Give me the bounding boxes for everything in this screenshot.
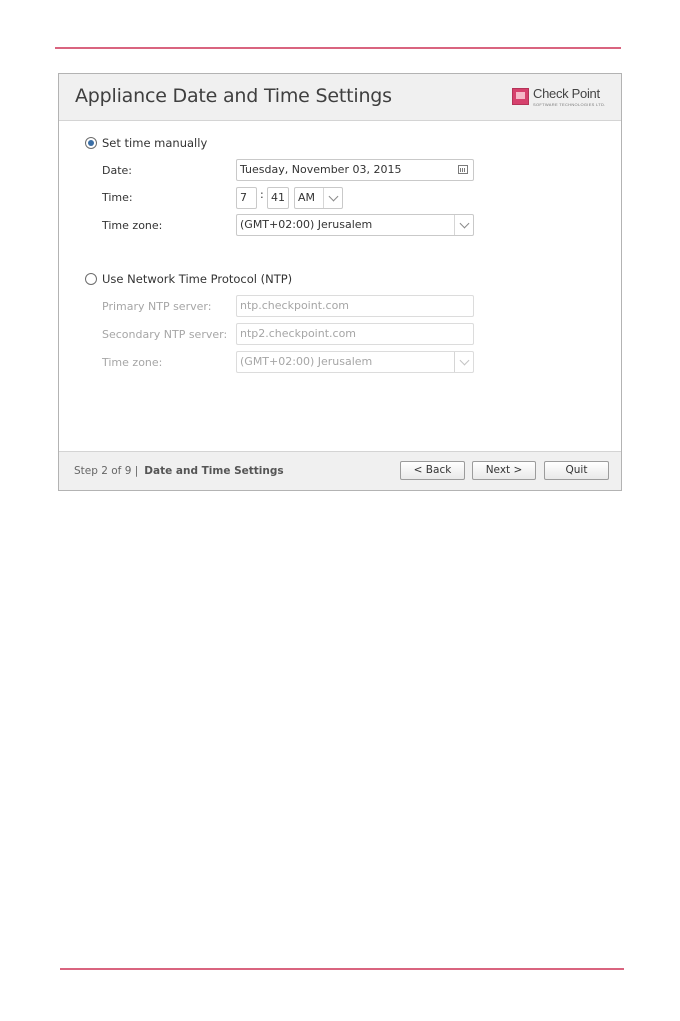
ntp-timezone-label: Time zone: bbox=[102, 356, 163, 369]
date-value: Tuesday, November 03, 2015 bbox=[240, 163, 402, 176]
step-indicator: Step 2 of 9 | Date and Time Settings bbox=[74, 465, 284, 477]
primary-ntp-input[interactable]: ntp.checkpoint.com bbox=[236, 295, 474, 317]
quit-button[interactable]: Quit bbox=[544, 461, 609, 480]
ampm-select[interactable]: AM bbox=[294, 187, 343, 209]
use-ntp-label: Use Network Time Protocol (NTP) bbox=[102, 272, 293, 286]
timezone-dropdown-button[interactable] bbox=[454, 215, 473, 235]
timezone-value: (GMT+02:00) Jerusalem bbox=[240, 218, 373, 231]
use-ntp-option[interactable]: Use Network Time Protocol (NTP) bbox=[85, 272, 292, 286]
step-title: Date and Time Settings bbox=[144, 465, 284, 477]
minute-input[interactable]: 41 bbox=[267, 187, 289, 209]
primary-ntp-value: ntp.checkpoint.com bbox=[240, 299, 350, 312]
hour-value: 7 bbox=[240, 191, 247, 204]
check-point-logo-icon bbox=[512, 88, 529, 105]
set-time-manually-radio[interactable] bbox=[85, 137, 97, 149]
window-title: Appliance Date and Time Settings bbox=[75, 85, 392, 107]
date-label: Date: bbox=[102, 164, 132, 177]
secondary-ntp-value: ntp2.checkpoint.com bbox=[240, 327, 357, 340]
date-picker[interactable]: Tuesday, November 03, 2015 bbox=[236, 159, 474, 181]
top-divider bbox=[55, 47, 621, 49]
chevron-down-icon bbox=[328, 191, 338, 202]
step-counter: Step 2 of 9 | bbox=[74, 465, 139, 477]
ntp-timezone-dropdown-button[interactable] bbox=[454, 352, 473, 372]
chevron-down-icon bbox=[459, 355, 469, 366]
primary-ntp-label: Primary NTP server: bbox=[102, 300, 212, 313]
set-time-manually-label: Set time manually bbox=[102, 136, 208, 150]
wizard-footer: Step 2 of 9 | Date and Time Settings < Ba… bbox=[59, 451, 621, 490]
logo-tagline: SOFTWARE TECHNOLOGIES LTD. bbox=[533, 102, 606, 107]
hour-input[interactable]: 7 bbox=[236, 187, 257, 209]
set-time-manually-option[interactable]: Set time manually bbox=[85, 136, 207, 150]
timezone-label: Time zone: bbox=[102, 219, 163, 232]
back-button[interactable]: < Back bbox=[400, 461, 465, 480]
use-ntp-radio[interactable] bbox=[85, 273, 97, 285]
window-header: Appliance Date and Time Settings Check P… bbox=[59, 74, 621, 121]
ntp-timezone-value: (GMT+02:00) Jerusalem bbox=[240, 355, 373, 368]
secondary-ntp-input[interactable]: ntp2.checkpoint.com bbox=[236, 323, 474, 345]
chevron-down-icon bbox=[459, 218, 469, 229]
ampm-dropdown-button[interactable] bbox=[323, 188, 342, 208]
minute-value: 41 bbox=[271, 191, 285, 204]
ampm-value: AM bbox=[298, 191, 316, 204]
logo-name: Check Point bbox=[533, 86, 600, 101]
time-label: Time: bbox=[102, 191, 133, 204]
next-button[interactable]: Next > bbox=[472, 461, 536, 480]
time-separator: : bbox=[260, 188, 264, 201]
check-point-logo: Check Point SOFTWARE TECHNOLOGIES LTD. bbox=[512, 86, 614, 110]
calendar-icon[interactable] bbox=[458, 165, 468, 174]
setup-wizard-window: Appliance Date and Time Settings Check P… bbox=[58, 73, 622, 491]
ntp-timezone-select[interactable]: (GMT+02:00) Jerusalem bbox=[236, 351, 474, 373]
secondary-ntp-label: Secondary NTP server: bbox=[102, 328, 228, 341]
bottom-divider bbox=[60, 968, 624, 970]
timezone-select[interactable]: (GMT+02:00) Jerusalem bbox=[236, 214, 474, 236]
